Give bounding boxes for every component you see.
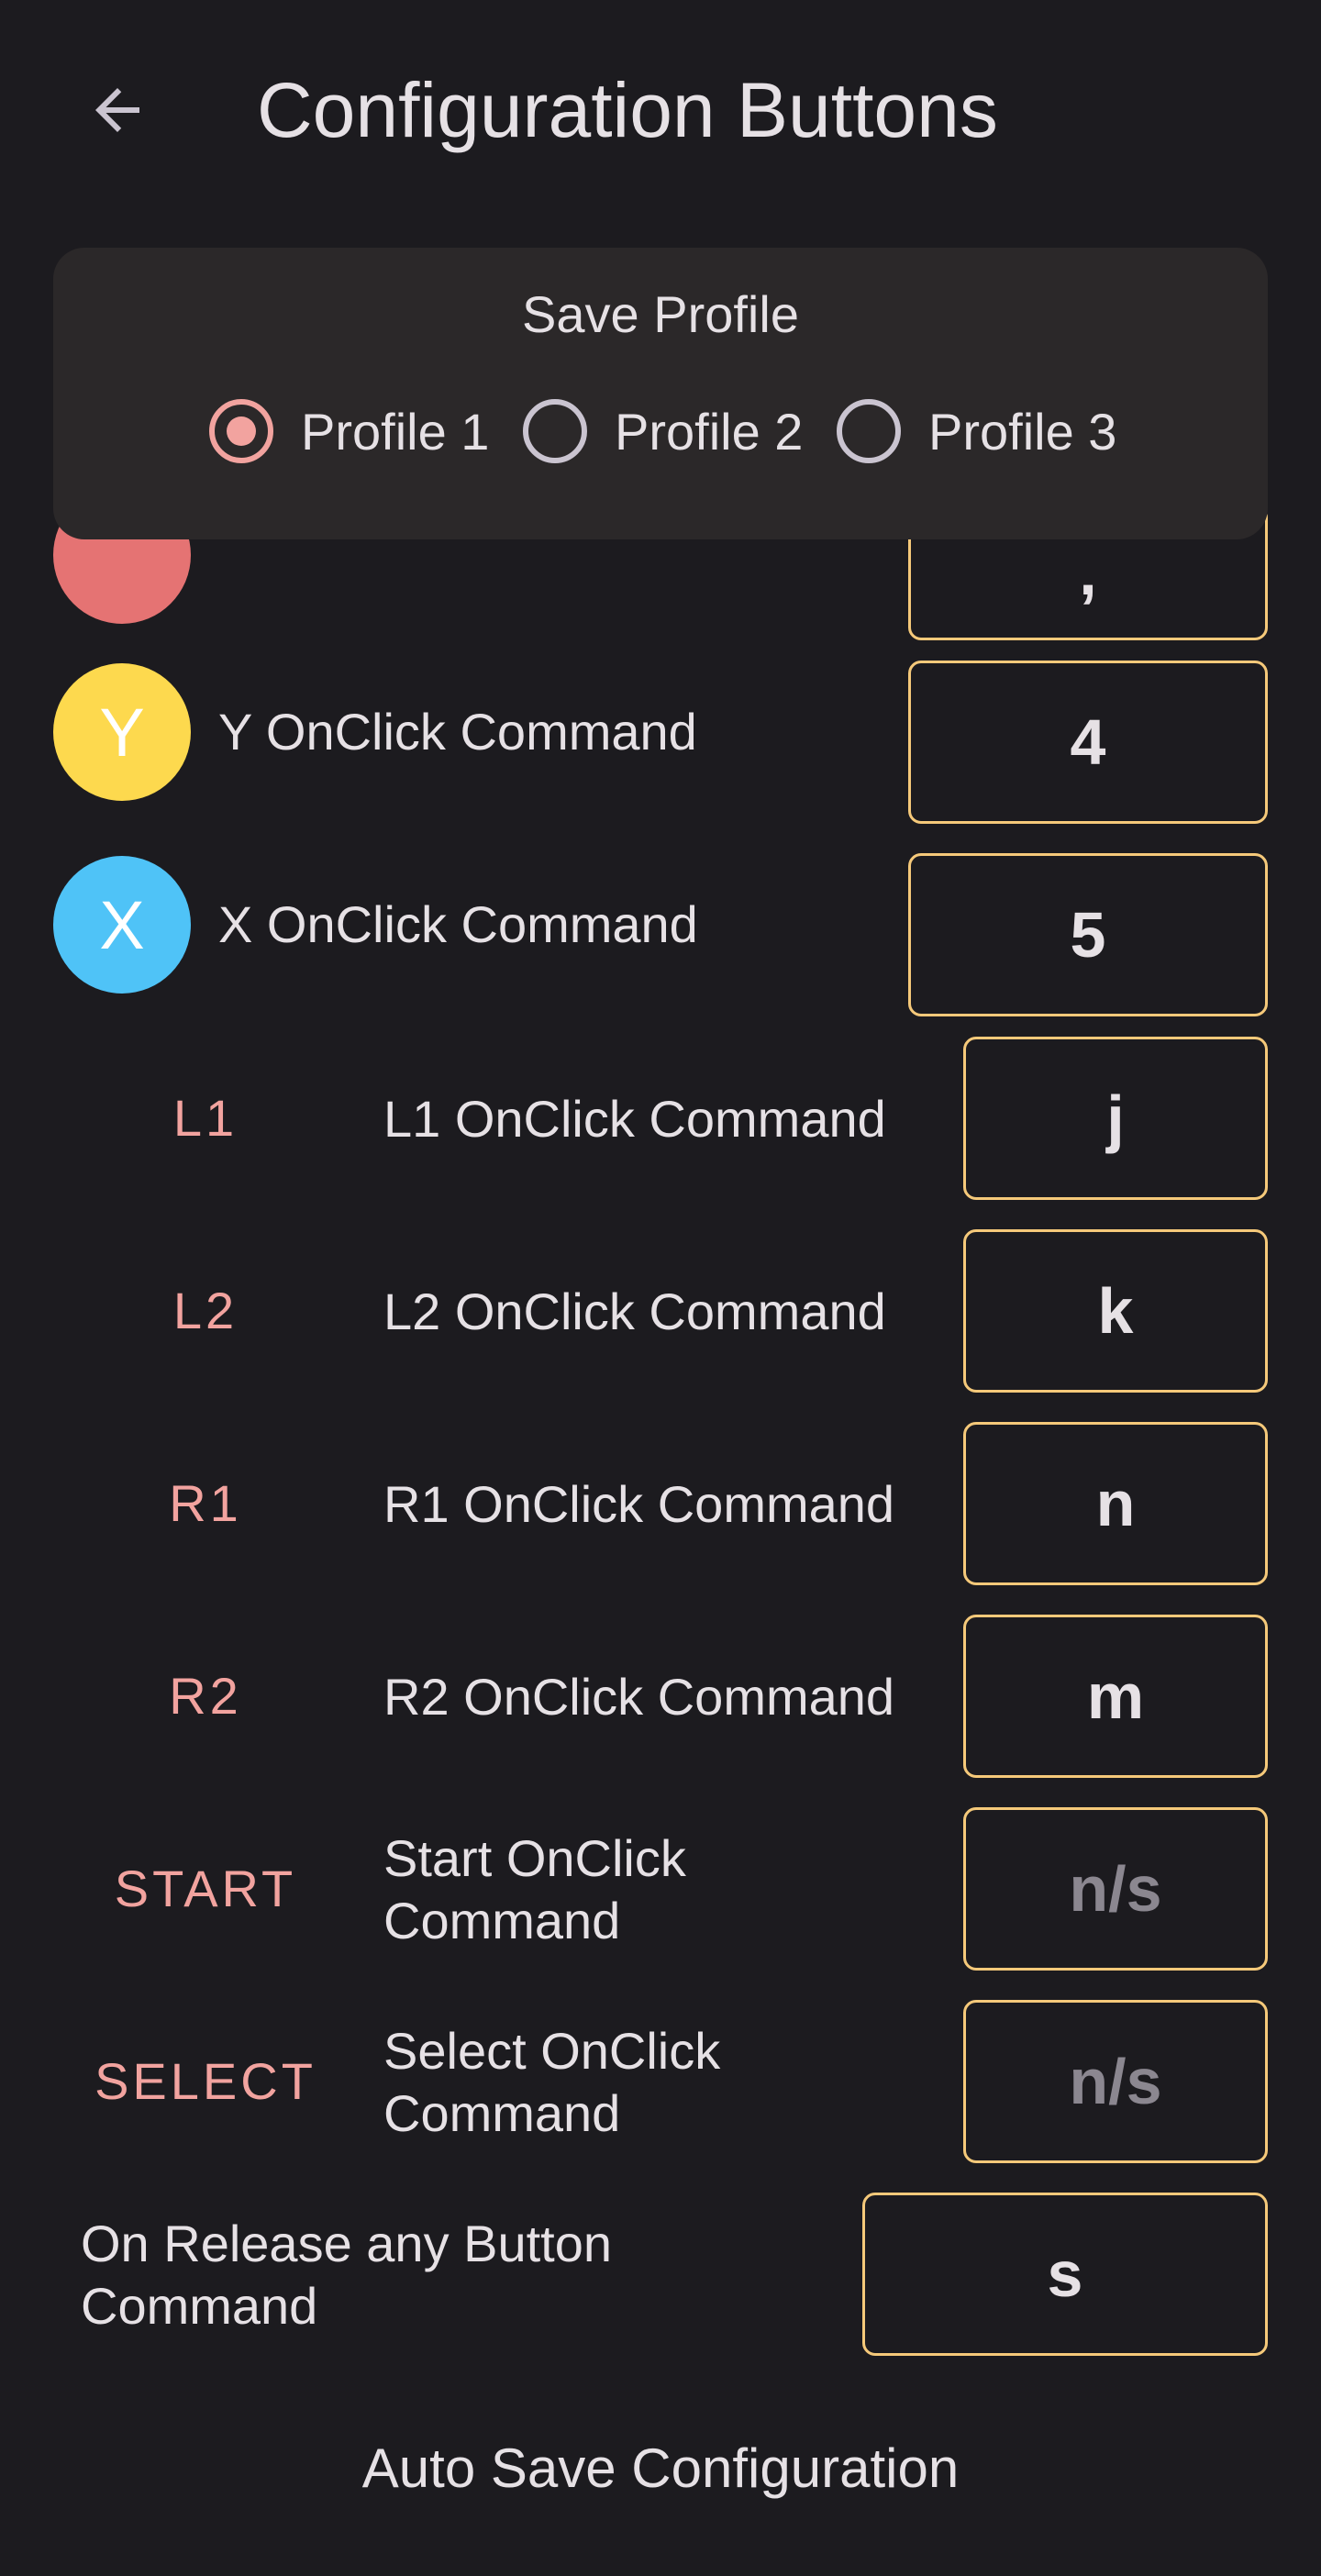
- auto-save-configuration-button[interactable]: Auto Save Configuration: [0, 2437, 1321, 2500]
- release-command-field[interactable]: s: [862, 2193, 1268, 2356]
- release-row: On Release any Button Command s: [0, 2193, 1321, 2358]
- select-key-label: SELECT: [94, 2052, 316, 2110]
- l1-key-label: L1: [172, 1089, 239, 1147]
- save-profile-title: Save Profile: [522, 285, 799, 343]
- r2-key-label: R2: [169, 1667, 242, 1725]
- release-label-line2: Command: [81, 2277, 318, 2335]
- profile-1-label[interactable]: Profile 1: [301, 402, 489, 461]
- y-row: Y Y OnClick Command 4: [0, 661, 1321, 826]
- l1-command-label: L1 OnClick Command: [383, 1090, 886, 1148]
- r1-command-field[interactable]: n: [963, 1422, 1268, 1585]
- profile-2-radio[interactable]: [523, 399, 587, 463]
- r1-command-label: R1 OnClick Command: [383, 1475, 895, 1533]
- release-command-label: On Release any Button Command: [81, 2213, 612, 2337]
- select-row: SELECT Select OnClick Command n/s: [0, 2000, 1321, 2165]
- profile-3-radio[interactable]: [837, 399, 901, 463]
- l2-command-label: L2 OnClick Command: [383, 1282, 886, 1340]
- select-command-field[interactable]: n/s: [963, 2000, 1268, 2163]
- profile-1-radio[interactable]: [209, 399, 273, 463]
- profile-3-label[interactable]: Profile 3: [928, 402, 1116, 461]
- top-app-bar: Configuration Buttons: [0, 0, 1321, 229]
- r1-row: R1 R1 OnClick Command n: [0, 1422, 1321, 1587]
- y-command-label: Y OnClick Command: [218, 703, 697, 761]
- save-profile-card: Save Profile Profile 1 Profile 2 Profile…: [53, 248, 1268, 539]
- l2-command-field[interactable]: k: [963, 1229, 1268, 1393]
- select-command-label: Select OnClick Command: [383, 2020, 720, 2145]
- release-label-line1: On Release any Button: [81, 2215, 613, 2272]
- x-row: X X OnClick Command 5: [0, 853, 1321, 1018]
- start-row: START Start OnClick Command n/s: [0, 1807, 1321, 1972]
- start-command-label: Start OnClick Command: [383, 1827, 686, 1952]
- back-button[interactable]: [72, 64, 163, 156]
- profile-2-label[interactable]: Profile 2: [615, 402, 803, 461]
- l2-row: L2 L2 OnClick Command k: [0, 1229, 1321, 1394]
- start-key-label: START: [114, 1860, 297, 1917]
- l2-key-label: L2: [172, 1282, 239, 1339]
- l1-row: L1 L1 OnClick Command j: [0, 1037, 1321, 1202]
- x-command-label: X OnClick Command: [218, 895, 698, 953]
- r2-row: R2 R2 OnClick Command m: [0, 1615, 1321, 1780]
- r2-command-field[interactable]: m: [963, 1615, 1268, 1778]
- select-label-line2: Command: [383, 2084, 621, 2142]
- start-command-field[interactable]: n/s: [963, 1807, 1268, 1971]
- select-label-line1: Select OnClick: [383, 2022, 721, 2080]
- start-label-line2: Command: [383, 1892, 621, 1949]
- x-button-icon: X: [53, 856, 191, 994]
- r2-command-label: R2 OnClick Command: [383, 1668, 895, 1726]
- page-title: Configuration Buttons: [257, 67, 998, 153]
- arrow-left-icon: [95, 88, 139, 132]
- y-button-icon: Y: [53, 663, 191, 801]
- l1-command-field[interactable]: j: [963, 1037, 1268, 1200]
- r1-key-label: R1: [169, 1474, 242, 1532]
- start-label-line1: Start OnClick: [383, 1829, 686, 1887]
- y-command-field[interactable]: 4: [908, 661, 1268, 824]
- x-command-field[interactable]: 5: [908, 853, 1268, 1016]
